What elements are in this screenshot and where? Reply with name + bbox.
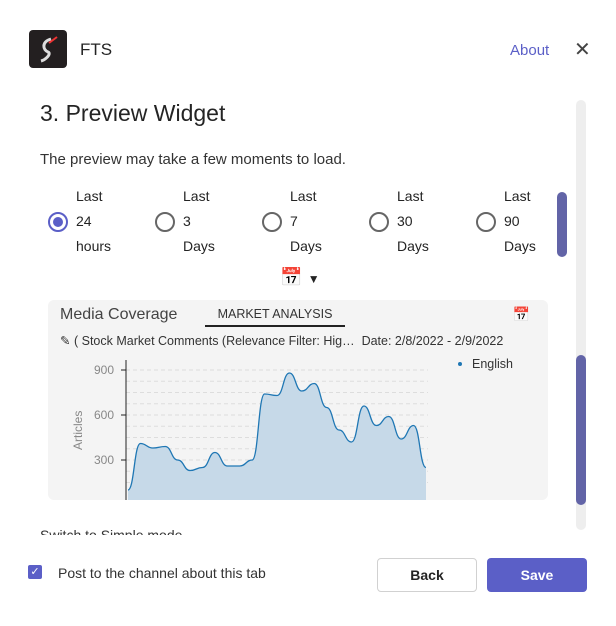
y-tick-label: 300	[94, 453, 114, 467]
range-radio-3[interactable]: Last 30 Days	[361, 184, 468, 259]
y-tick-label: 900	[94, 363, 114, 377]
legend-marker	[458, 362, 462, 366]
app-name: FTS	[80, 40, 113, 59]
calendar-icon[interactable]: 📅	[280, 267, 302, 287]
range-radio-4[interactable]: Last 90 Days	[468, 184, 560, 259]
radio-label: Last 7 Days	[290, 188, 322, 254]
post-to-channel-checkbox[interactable]: ✓	[28, 565, 42, 579]
about-link[interactable]: About	[510, 42, 549, 59]
radio-label: Last 30 Days	[397, 188, 429, 254]
y-axis-label: Articles	[71, 411, 85, 450]
back-button[interactable]: Back	[377, 558, 477, 592]
radio-circle[interactable]	[262, 211, 282, 232]
radio-circle[interactable]	[155, 211, 175, 232]
range-radio-0[interactable]: Last 24 hours	[40, 184, 147, 259]
range-radio-group: Last 24 hours Last 3 Days Last 7 Days Last …	[40, 184, 560, 259]
radio-circle[interactable]	[476, 211, 496, 232]
post-to-channel-label: Post to the channel about this tab	[58, 565, 266, 581]
app-logo	[29, 30, 67, 68]
page-subtitle: The preview may take a few moments to lo…	[40, 151, 346, 168]
y-tick-label: 600	[94, 408, 114, 422]
switch-mode-link[interactable]: Switch to Simple mode	[40, 527, 182, 535]
scrollbar[interactable]	[576, 100, 586, 530]
scrollbar-thumb[interactable]	[576, 355, 586, 505]
radio-label: Last 24 hours	[76, 188, 112, 254]
radio-scrollbar-thumb[interactable]	[557, 192, 567, 257]
legend-label[interactable]: English	[472, 357, 513, 371]
radio-circle[interactable]	[48, 211, 68, 232]
widget-preview: Media Coverage MARKET ANALYSIS 📅 ✎ ( Sto…	[48, 300, 548, 500]
radio-circle[interactable]	[369, 211, 389, 232]
range-radio-2[interactable]: Last 7 Days	[254, 184, 361, 259]
close-icon[interactable]: ✕	[574, 40, 591, 60]
save-button[interactable]: Save	[487, 558, 587, 592]
page-title: 3. Preview Widget	[40, 100, 226, 126]
content-scroll-area: 3. Preview Widget The preview may take a…	[40, 95, 560, 535]
chevron-down-icon[interactable]: ▼	[308, 272, 320, 286]
radio-label: Last 90 Days	[504, 188, 536, 254]
radio-label: Last 3 Days	[183, 188, 215, 254]
range-radio-1[interactable]: Last 3 Days	[147, 184, 254, 259]
chart: 900 600 300 Articles English	[71, 357, 513, 500]
date-picker[interactable]: 📅 ▼	[40, 267, 560, 288]
